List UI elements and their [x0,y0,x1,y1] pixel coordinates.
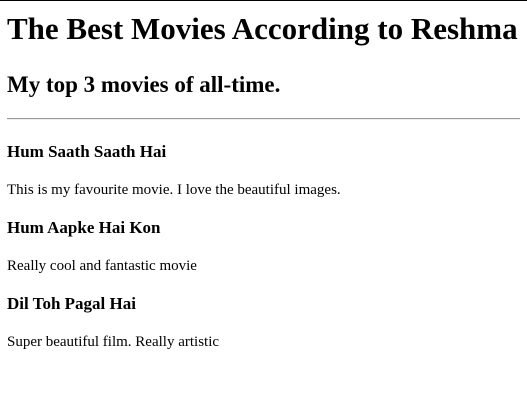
movie-item: Hum Aapke Hai Kon Really cool and fantas… [7,218,520,275]
movie-title: Hum Aapke Hai Kon [7,218,161,237]
page-subtitle: My top 3 movies of all-time. [7,72,281,97]
movie-description: Really cool and fantastic movie [7,258,197,274]
movie-description: Super beautiful film. Really artistic [7,334,220,350]
movie-item: Hum Saath Saath Hai This is my favourite… [7,142,520,199]
movie-item: Dil Toh Pagal Hai Super beautiful film. … [7,294,520,351]
movie-title: Dil Toh Pagal Hai [7,294,136,313]
movie-description: This is my favourite movie. I love the b… [7,182,341,198]
movie-title: Hum Saath Saath Hai [7,142,167,161]
divider [7,118,520,120]
page-content: The Best Movies According to Reshma My t… [0,10,527,351]
page-title: The Best Movies According to Reshma [7,11,518,46]
